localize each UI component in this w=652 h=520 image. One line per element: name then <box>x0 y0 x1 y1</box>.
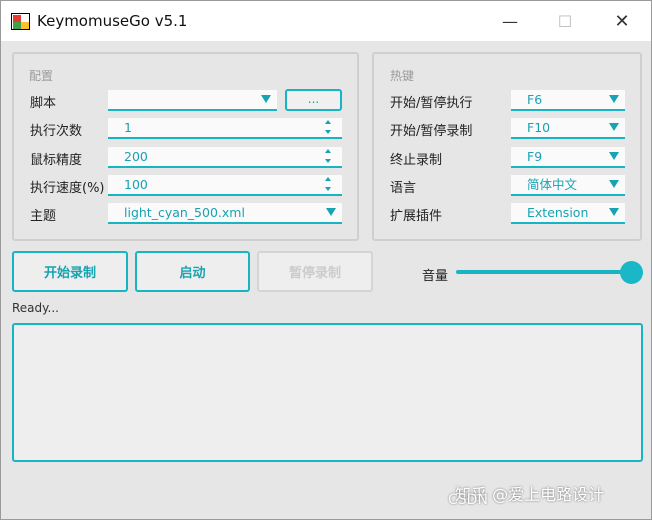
hotkey-run-value: F6 <box>527 92 543 107</box>
chevron-down-icon <box>609 123 619 131</box>
theme-label: 主题 <box>30 209 57 224</box>
theme-select[interactable]: light_cyan_500.xml <box>108 203 342 224</box>
script-label: 脚本 <box>30 96 57 111</box>
record-button[interactable]: 开始录制 <box>12 251 128 292</box>
extension-label: 扩展插件 <box>390 209 443 224</box>
language-value: 简体中文 <box>527 177 578 192</box>
volume-slider-handle[interactable] <box>620 261 643 284</box>
hotkeys-group-title: 热键 <box>390 69 415 83</box>
config-group-title: 配置 <box>29 69 54 83</box>
chevron-down-icon <box>326 208 336 216</box>
extension-select[interactable]: Extension <box>511 203 625 224</box>
hotkey-stop-label: 终止录制 <box>390 153 443 168</box>
pause-record-button[interactable]: 暂停录制 <box>257 251 373 292</box>
precision-value: 200 <box>124 149 148 164</box>
title-bar: KeymomuseGo v5.1 — ☐ ✕ <box>1 1 651 41</box>
chevron-down-icon <box>609 208 619 216</box>
speed-value: 100 <box>124 177 148 192</box>
hotkey-record-label: 开始/暂停录制 <box>390 124 473 139</box>
hotkey-run-label: 开始/暂停执行 <box>390 96 473 111</box>
app-logo-icon <box>11 13 30 30</box>
hotkey-stop-select[interactable]: F9 <box>511 147 625 168</box>
speed-label: 执行速度(%) <box>30 181 105 196</box>
spin-arrows-icon[interactable] <box>324 176 332 194</box>
precision-spinbox[interactable]: 200 <box>108 147 342 168</box>
hotkey-record-select[interactable]: F10 <box>511 118 625 139</box>
volume-slider-track[interactable] <box>456 270 631 274</box>
theme-value: light_cyan_500.xml <box>124 205 245 220</box>
extension-value: Extension <box>527 205 589 220</box>
hotkey-stop-value: F9 <box>527 149 543 164</box>
app-window: KeymomuseGo v5.1 — ☐ ✕ 配置 脚本 ... 执行次数 1 … <box>0 0 652 520</box>
chevron-down-icon <box>609 152 619 160</box>
volume-label: 音量 <box>422 269 449 284</box>
precision-label: 鼠标精度 <box>30 153 83 168</box>
runs-spinbox[interactable]: 1 <box>108 118 342 139</box>
minimize-button[interactable]: — <box>487 5 533 37</box>
watermark-csdn: CSDN <box>448 492 488 508</box>
language-select[interactable]: 简体中文 <box>511 175 625 196</box>
script-select[interactable] <box>108 90 277 111</box>
language-label: 语言 <box>390 181 417 196</box>
chevron-down-icon <box>261 95 271 103</box>
hotkey-run-select[interactable]: F6 <box>511 90 625 111</box>
speed-spinbox[interactable]: 100 <box>108 175 342 196</box>
close-button[interactable]: ✕ <box>599 5 645 37</box>
spin-arrows-icon[interactable] <box>324 148 332 166</box>
chevron-down-icon <box>609 180 619 188</box>
maximize-button[interactable]: ☐ <box>542 5 588 37</box>
runs-value: 1 <box>124 120 132 135</box>
log-output[interactable] <box>12 323 643 462</box>
window-title: KeymomuseGo v5.1 <box>37 12 188 30</box>
browse-button[interactable]: ... <box>285 89 342 111</box>
start-button[interactable]: 启动 <box>135 251 250 292</box>
status-text: Ready... <box>12 301 59 315</box>
runs-label: 执行次数 <box>30 124 83 139</box>
chevron-down-icon <box>609 95 619 103</box>
spin-arrows-icon[interactable] <box>324 119 332 137</box>
hotkey-record-value: F10 <box>527 120 551 135</box>
